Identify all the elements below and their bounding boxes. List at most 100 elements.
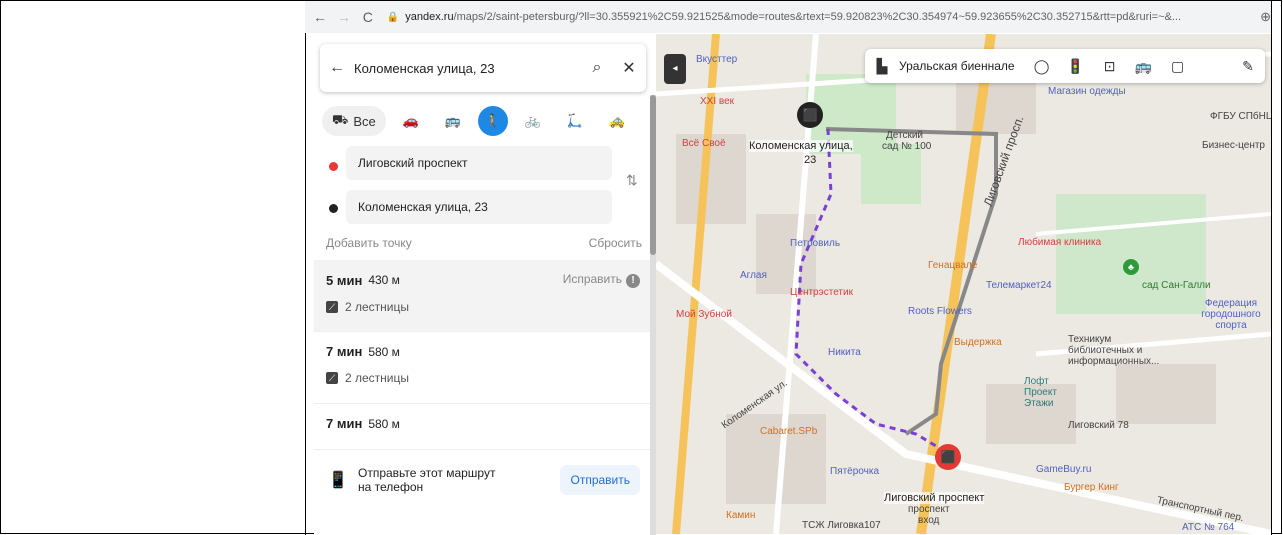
map-label-vse-svoe: Всё Своё bbox=[682, 138, 726, 149]
map-label-clothing: Магазин одежды bbox=[1048, 86, 1126, 97]
map-label-ats: АТС № 764 bbox=[1182, 522, 1235, 533]
map-label-gamebuy: GameBuy.ru bbox=[1036, 464, 1092, 475]
map-label-kamin: Камин bbox=[726, 510, 756, 521]
phone-icon: 📱 bbox=[328, 472, 348, 489]
map-label-pyaterochka: Пятёрочка bbox=[830, 466, 880, 477]
route-note: 2 лестницы bbox=[345, 300, 410, 314]
zoom-icon[interactable]: ⊕ bbox=[1260, 9, 1271, 25]
all-modes-icon: ⛟ bbox=[332, 112, 349, 127]
map-label-vkhod: вход bbox=[918, 515, 940, 526]
send-text: Отправьте этот маршрут на телефон bbox=[358, 466, 548, 494]
map-toolbar: ▙ Уральская биеннале ◯ 🚦 ⊡ 🚌 ▢ ✎ bbox=[865, 49, 1265, 83]
route-to-text: Коломенская улица, 23 bbox=[358, 200, 488, 214]
route-time: 7 мин bbox=[326, 416, 363, 431]
route-option-2[interactable]: 7 мин 580 м ⟋ 2 лестницы bbox=[314, 332, 652, 404]
map-label-tekhnikum: Техникум библиотечных и информационных..… bbox=[1068, 334, 1160, 367]
map-mode-icon[interactable]: ▢ bbox=[1161, 49, 1195, 83]
park-pin[interactable]: ♣ bbox=[1123, 259, 1139, 275]
left-divider bbox=[305, 0, 306, 535]
map-label-aglaya: Аглая bbox=[740, 270, 767, 281]
map-label-xxi-vek: XXI век bbox=[700, 96, 735, 107]
fix-route-link[interactable]: Исправить! bbox=[563, 272, 640, 288]
map-label-cabaret: Cabaret.SPb bbox=[760, 426, 818, 437]
map-label-centrestetik: Центрэстетик bbox=[790, 287, 853, 298]
add-point-link[interactable]: Добавить точку bbox=[326, 236, 412, 250]
traffic-icon[interactable]: 🚦 bbox=[1059, 49, 1093, 83]
send-text-line2: на телефон bbox=[358, 480, 424, 494]
map-label-business-center: Бизнес-центр bbox=[1202, 140, 1265, 151]
layers-icon[interactable]: ◯ bbox=[1025, 49, 1059, 83]
mode-all-label: Все bbox=[353, 113, 376, 129]
route-option-1[interactable]: 5 мин 430 м Исправить! ⟋ 2 лестницы bbox=[314, 260, 652, 332]
stairs-icon: ⟋ bbox=[326, 301, 338, 313]
point-actions: Добавить точку Сбросить bbox=[326, 236, 642, 250]
map-label-vyderzhka: Выдержка bbox=[954, 337, 1002, 348]
reset-link[interactable]: Сбросить bbox=[589, 236, 642, 250]
map-label-loft: Лофт Проект Этажи bbox=[1024, 376, 1057, 409]
toolbar-biennale-label[interactable]: Уральская биеннале bbox=[899, 59, 1015, 73]
route-note: 2 лестницы bbox=[345, 371, 410, 385]
map-label-roots: Roots Flowers bbox=[908, 306, 972, 317]
search-query[interactable]: Коломенская улица, 23 bbox=[354, 61, 582, 76]
map-view[interactable]: ◂ ▙ Уральская биеннале ◯ 🚦 ⊡ 🚌 ▢ ✎ ⬛ ⬛ ♣… bbox=[656, 34, 1271, 534]
route-distance: 580 м bbox=[368, 416, 400, 431]
map-label-kindergarten-num: сад № 100 bbox=[882, 141, 932, 152]
lock-icon: 🔒 bbox=[386, 11, 400, 23]
back-arrow-icon[interactable]: ← bbox=[311, 9, 329, 25]
map-label-destination: Коломенская улица, bbox=[749, 140, 853, 152]
park-area bbox=[861, 144, 921, 204]
map-label-federation: Федерация городошного спорта bbox=[1201, 298, 1261, 331]
map-label-san-galli: сад Сан-Галли bbox=[1142, 280, 1211, 291]
mode-all-button[interactable]: ⛟ Все bbox=[322, 106, 386, 136]
swap-icon[interactable]: ⇅ bbox=[626, 172, 638, 189]
url-host: yandex.ru bbox=[405, 11, 454, 23]
transit-icon[interactable]: 🚌 bbox=[1127, 49, 1161, 83]
info-icon: ! bbox=[626, 274, 640, 288]
map-label-fgbu: ФГБУ СПбНЦ bbox=[1210, 111, 1271, 122]
map-label-telemarket: Телемаркет24 bbox=[986, 280, 1052, 291]
scooter-icon[interactable]: 🛴 bbox=[558, 106, 592, 136]
fix-label: Исправить bbox=[562, 272, 622, 286]
exhibition-icon[interactable]: ▙ bbox=[865, 49, 899, 83]
send-button[interactable]: Отправить bbox=[560, 465, 640, 495]
map-label-prospekt: проспект bbox=[908, 504, 950, 515]
start-pin[interactable]: ⬛ bbox=[935, 444, 961, 470]
route-from-field[interactable]: Лиговский проспект bbox=[346, 146, 612, 180]
map-label-petrovil: Петровиль bbox=[790, 238, 841, 249]
route-to-field[interactable]: Коломенская улица, 23 bbox=[346, 190, 612, 224]
route-distance: 430 м bbox=[368, 273, 400, 287]
forward-arrow-icon[interactable]: → bbox=[335, 9, 353, 25]
send-text-line1: Отправьте этот маршрут bbox=[358, 466, 496, 480]
back-icon[interactable]: ← bbox=[320, 59, 354, 77]
route-distance: 580 м bbox=[368, 344, 400, 359]
collapse-panel-button[interactable]: ◂ bbox=[664, 54, 686, 84]
pedestrian-icon[interactable]: 🚶 bbox=[477, 106, 508, 136]
route-time: 5 мин bbox=[326, 272, 363, 288]
send-to-phone: 📱 Отправьте этот маршрут на телефон Отпр… bbox=[314, 452, 652, 508]
map-label-moi-zubnoi: Мой Зубной bbox=[676, 309, 732, 320]
bicycle-icon[interactable]: 🚲 bbox=[516, 106, 550, 136]
address-bar[interactable]: 🔒 yandex.ru /maps/2/saint-petersburg/?ll… bbox=[387, 11, 1254, 23]
ruler-icon[interactable]: ✎ bbox=[1231, 49, 1265, 83]
search-icon[interactable]: ⌕ bbox=[582, 59, 612, 77]
map-label-burger-king: Бургер Кинг bbox=[1064, 482, 1119, 493]
map-label-lyubimaya: Любимая клиника bbox=[1018, 237, 1102, 248]
car-icon[interactable]: 🚗 bbox=[394, 106, 428, 136]
map-label-genatsvale: Генацвале bbox=[928, 260, 978, 271]
route-panel: ← Коломенская улица, 23 ⌕ ✕ ⛟ Все 🚗 🚌 🚶 … bbox=[314, 34, 652, 534]
start-point-dot bbox=[329, 162, 338, 171]
taxi-icon[interactable]: 🚕 bbox=[600, 106, 634, 136]
close-icon[interactable]: ✕ bbox=[612, 58, 646, 78]
search-box[interactable]: ← Коломенская улица, 23 ⌕ ✕ bbox=[320, 44, 646, 92]
reload-icon[interactable]: C bbox=[359, 9, 377, 25]
destination-pin[interactable]: ⬛ bbox=[797, 102, 823, 128]
panorama-icon[interactable]: ⊡ bbox=[1093, 49, 1127, 83]
route-option-3[interactable]: 7 мин 580 м bbox=[314, 404, 652, 450]
right-divider bbox=[1271, 0, 1272, 535]
route-time: 7 мин bbox=[326, 344, 363, 359]
park-area bbox=[1056, 194, 1206, 314]
bus-icon[interactable]: 🚌 bbox=[436, 106, 470, 136]
end-point-dot bbox=[329, 204, 338, 213]
transport-modes: ⛟ Все 🚗 🚌 🚶 🚲 🛴 🚕 bbox=[322, 104, 652, 138]
map-label-ligovsky-metro: Лиговский проспект bbox=[884, 492, 985, 504]
